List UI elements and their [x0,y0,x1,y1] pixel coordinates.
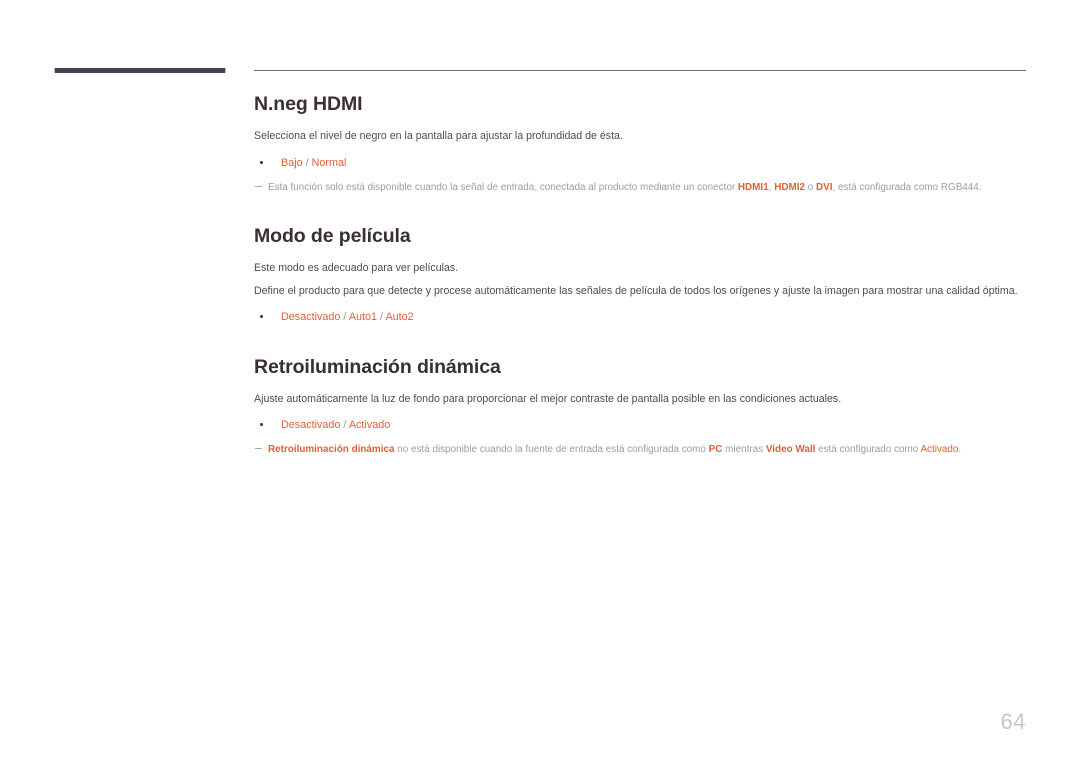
option-value[interactable]: Activado [349,419,390,431]
section-paragraph: Define el producto para que detecte y pr… [254,285,1018,298]
note-text: está configurado como [815,444,921,456]
option-list: Desactivado / Activado [254,417,1026,433]
option-list: Desactivado / Auto1 / Auto2 [254,309,1026,325]
option-value[interactable]: Desactivado [281,419,340,431]
note-dash-icon [255,185,262,187]
note-highlight: PC [708,444,723,456]
note-text: Esta función solo está disponible cuando… [268,181,738,193]
section-heading: N.neg HDMI [254,93,363,115]
note-text: o [804,181,816,193]
option-value[interactable]: Auto1 [349,311,377,323]
note-text: no está disponible cuando la fuente de e… [394,444,709,456]
left-margin-sidebar [0,0,240,763]
manual-section: Modo de película Este modo es adecuado pa… [254,224,1026,326]
note-highlight: HDMI2 [774,181,805,193]
section-paragraph: Selecciona el nivel de negro en la panta… [254,130,623,143]
option-list: Bajo / Normal [254,155,1026,171]
note-dash-icon [255,448,262,450]
manual-section: N.neg HDMI Selecciona el nivel de negro e… [254,92,1026,195]
option-separator: / [302,156,312,169]
bullet-icon [260,315,263,319]
note-highlight: DVI [815,181,833,193]
chapter-nav-bar[interactable] [54,68,226,73]
content-column: N.neg HDMI Selecciona el nivel de negro e… [254,0,1026,763]
option-value[interactable]: Desactivado [281,311,340,323]
page-number: 64 [1000,709,1026,734]
option-separator: / [340,311,349,324]
note-text: . [958,444,962,456]
option-value[interactable]: Normal [312,157,347,169]
bullet-icon [260,160,263,164]
option-value[interactable]: Bajo [281,157,303,169]
option-list-item[interactable]: Desactivado / Auto1 / Auto2 [254,309,1026,325]
note-text: , está configurada como RGB444. [832,181,982,193]
sections-container: N.neg HDMI Selecciona el nivel de negro e… [254,92,1026,457]
option-list-item[interactable]: Bajo / Normal [254,155,1026,171]
note-block: Esta función solo está disponible cuando… [254,180,1026,195]
section-heading: Retroiluminación dinámica [254,355,501,378]
note-text: mientras [722,444,766,456]
section-paragraph: Este modo es adecuado para ver películas… [254,262,459,275]
option-separator: / [340,419,349,432]
manual-section: Retroiluminación dinámica Ajuste automáti… [254,355,1026,458]
note-highlight: HDMI1 [737,181,769,193]
note-highlight: Activado [920,444,959,456]
header-divider [254,70,1026,71]
note-highlight: Video Wall [765,444,816,456]
note-highlight: Retroiluminación dinámica [268,444,395,456]
section-paragraph: Ajuste automáticamente la luz de fondo p… [254,393,842,406]
bullet-icon [260,423,263,427]
note-block: Retroiluminación dinámica no está dispon… [254,442,1026,457]
option-list-item[interactable]: Desactivado / Activado [254,417,1026,433]
option-value[interactable]: Auto2 [385,311,413,323]
section-heading: Modo de película [254,224,411,247]
